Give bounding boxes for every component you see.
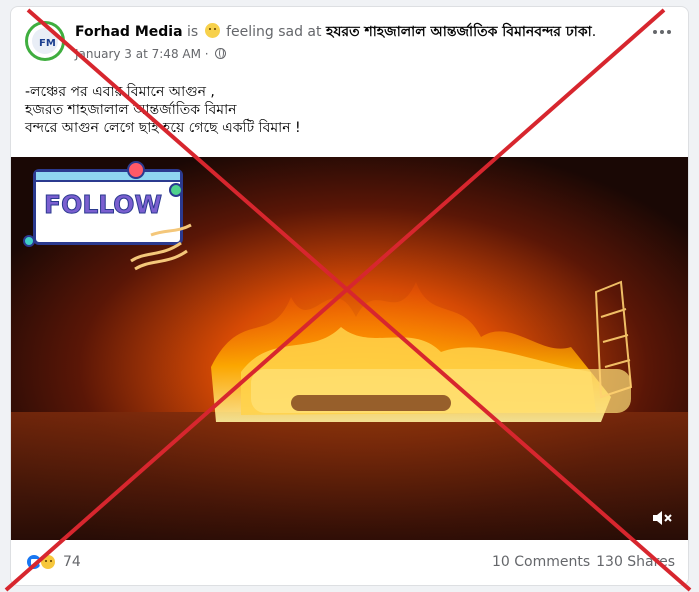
avatar-initials: FM bbox=[39, 38, 56, 49]
author-name[interactable]: Forhad Media bbox=[75, 24, 183, 40]
place-suffix: . bbox=[591, 24, 597, 40]
sticker-dot bbox=[127, 161, 145, 179]
sticker-dot bbox=[169, 183, 183, 197]
post-meta: January 3 at 7:48 AM · bbox=[75, 46, 655, 62]
sad-reaction-icon bbox=[39, 553, 57, 571]
shares-count[interactable]: 130 Shares bbox=[596, 554, 675, 570]
sticker-dot bbox=[23, 235, 35, 247]
post-text-line: বন্দরে আগুন লেগে ছাই হয়ে গেছে একটি বিমা… bbox=[25, 120, 301, 136]
more-options-icon[interactable] bbox=[650, 25, 674, 39]
globe-icon[interactable] bbox=[215, 48, 227, 59]
reactions-count[interactable]: 74 bbox=[63, 554, 81, 570]
comments-count[interactable]: 10 Comments bbox=[492, 554, 590, 570]
feeling-text: feeling sad at bbox=[226, 24, 322, 40]
footer-stats: 10 Comments 130 Shares bbox=[492, 554, 675, 570]
post-footer: 74 10 Comments 130 Shares bbox=[25, 550, 675, 574]
post-timestamp[interactable]: January 3 at 7:48 AM bbox=[75, 47, 201, 61]
meta-separator: · bbox=[204, 47, 209, 61]
post-text-line: হজরত শাহজালাল আন্তর্জাতিক বিমান bbox=[25, 102, 237, 118]
title-line: Forhad Media is feeling sad at হযরত শাহজ… bbox=[75, 23, 655, 42]
post-card: FM Forhad Media is feeling sad at হযরত শ… bbox=[10, 6, 689, 586]
post-text: -লঞ্চের পর এবার বিমানে আগুন , হজরত শাহজা… bbox=[25, 83, 665, 137]
sad-emoji-icon bbox=[204, 23, 220, 38]
post-header: FM Forhad Media is feeling sad at হযরত শ… bbox=[25, 17, 665, 77]
post-video[interactable]: FOLLOW bbox=[11, 157, 688, 540]
volume-mute-icon[interactable] bbox=[650, 506, 674, 530]
reaction-icons[interactable] bbox=[25, 553, 57, 571]
avatar-icon: FM bbox=[32, 28, 58, 54]
is-text: is bbox=[186, 24, 199, 40]
place-name[interactable]: হযরত শাহজালাল আন্তর্জাতিক বিমানবন্দর ঢাক… bbox=[326, 24, 592, 40]
follow-sticker-text: FOLLOW bbox=[43, 190, 163, 220]
header-text: Forhad Media is feeling sad at হযরত শাহজ… bbox=[75, 23, 655, 62]
avatar[interactable]: FM bbox=[25, 21, 65, 61]
post-text-line: -লঞ্চের পর এবার বিমানে আগুন , bbox=[25, 84, 215, 100]
sticker-wave-lines bbox=[130, 223, 192, 271]
